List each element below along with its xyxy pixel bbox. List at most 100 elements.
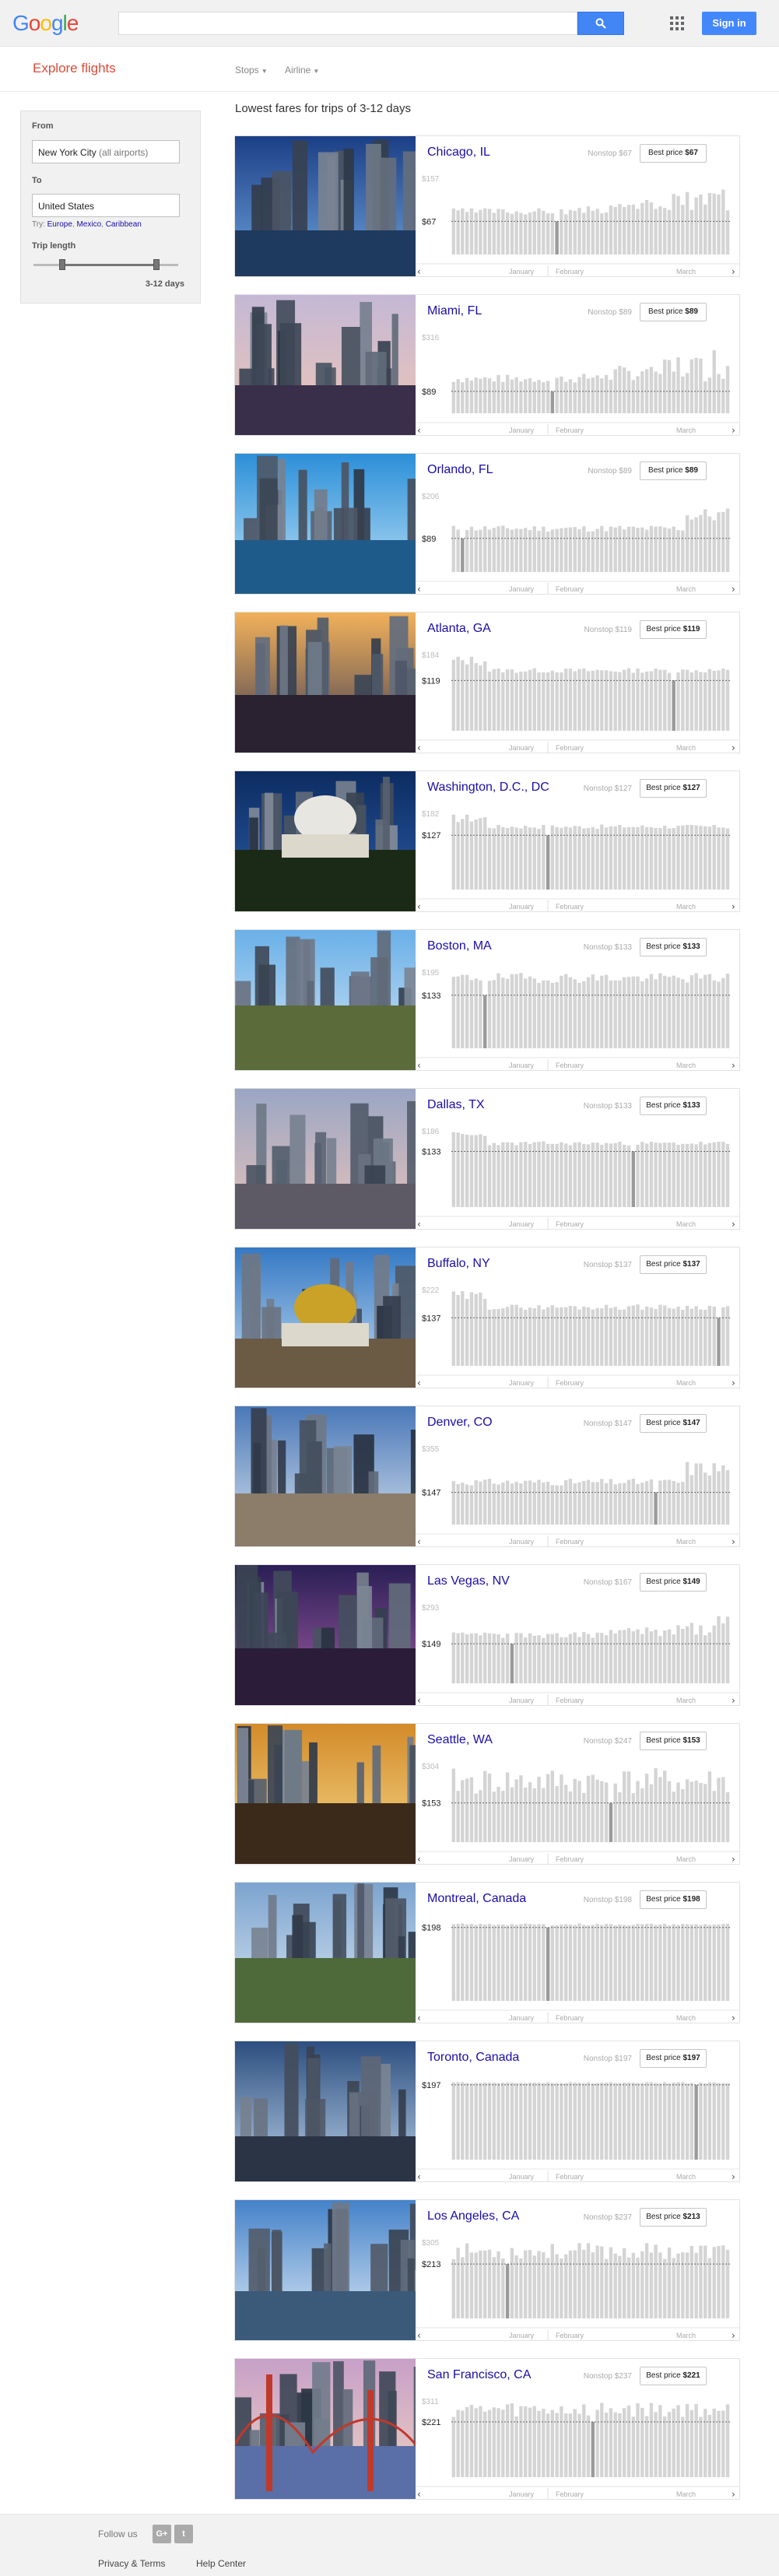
price-bar[interactable] bbox=[707, 2414, 712, 2477]
price-bar[interactable] bbox=[469, 2083, 474, 2160]
destination-card[interactable]: Miami, FL Nonstop $89 Best price $89 $316 $8… bbox=[234, 294, 740, 436]
price-bar[interactable] bbox=[644, 2082, 649, 2160]
price-bar[interactable] bbox=[546, 1482, 550, 1525]
price-bar[interactable] bbox=[600, 670, 604, 731]
price-bar[interactable] bbox=[600, 1633, 604, 1683]
price-bar[interactable] bbox=[725, 1792, 730, 1842]
destination-city-link[interactable]: Los Angeles, CA bbox=[427, 2209, 519, 2223]
price-chart[interactable]: $184 $119 January February March ‹ › bbox=[416, 645, 739, 754]
price-bar[interactable] bbox=[483, 1771, 487, 1842]
price-bar[interactable] bbox=[560, 2406, 563, 2477]
price-bar[interactable] bbox=[514, 827, 518, 890]
best-price-button[interactable]: Best price $89 bbox=[640, 462, 707, 480]
price-bar[interactable] bbox=[644, 1774, 649, 1842]
destination-card[interactable]: Boston, MA Nonstop $133 Best price $133 $19… bbox=[234, 929, 740, 1071]
best-price-button[interactable]: Best price $149 bbox=[640, 1573, 707, 1592]
price-bar[interactable] bbox=[497, 526, 500, 572]
price-bar[interactable] bbox=[644, 1481, 649, 1525]
price-bar[interactable] bbox=[636, 2258, 640, 2318]
price-bar[interactable] bbox=[609, 1630, 613, 1683]
price-bar[interactable] bbox=[667, 1307, 672, 1366]
price-bar[interactable] bbox=[465, 1924, 469, 2001]
price-bar[interactable] bbox=[699, 978, 703, 1048]
price-bar[interactable] bbox=[474, 1633, 478, 1684]
price-bar[interactable] bbox=[514, 1145, 518, 1207]
price-bar[interactable] bbox=[560, 672, 563, 731]
destination-city-link[interactable]: Buffalo, NY bbox=[427, 1257, 490, 1271]
price-bar[interactable] bbox=[577, 669, 581, 731]
price-bar[interactable] bbox=[667, 1781, 672, 1842]
price-bar[interactable] bbox=[582, 1925, 586, 2001]
price-bar[interactable] bbox=[550, 1634, 554, 1684]
price-bar[interactable] bbox=[451, 1481, 455, 1525]
price-bar[interactable] bbox=[654, 2083, 658, 2160]
price-bar[interactable] bbox=[461, 1291, 465, 1366]
price-bar[interactable] bbox=[717, 1778, 721, 1842]
price-bar[interactable] bbox=[474, 2408, 478, 2477]
price-bar[interactable] bbox=[649, 1479, 654, 1525]
chevron-right-icon[interactable]: › bbox=[732, 584, 735, 595]
chevron-left-icon[interactable]: ‹ bbox=[417, 1854, 421, 1865]
price-bar[interactable] bbox=[591, 1142, 595, 1207]
price-bar[interactable] bbox=[694, 1781, 698, 1842]
price-bar[interactable] bbox=[604, 212, 609, 254]
destination-city-link[interactable]: Orlando, FL bbox=[427, 463, 493, 477]
price-bar[interactable] bbox=[623, 827, 626, 890]
price-bar[interactable] bbox=[690, 2083, 693, 2160]
price-bar[interactable] bbox=[725, 1924, 730, 2001]
price-bar[interactable] bbox=[461, 538, 465, 572]
price-bar[interactable] bbox=[550, 2244, 554, 2318]
price-bar[interactable] bbox=[644, 2416, 649, 2478]
price-bar[interactable] bbox=[532, 1635, 536, 1683]
price-bar[interactable] bbox=[707, 1632, 712, 1684]
price-bar[interactable] bbox=[469, 380, 474, 413]
price-bar[interactable] bbox=[474, 1925, 478, 2001]
price-bar[interactable] bbox=[497, 2408, 500, 2477]
price-bar[interactable] bbox=[492, 828, 496, 890]
destination-city-link[interactable]: Miami, FL bbox=[427, 304, 482, 318]
price-bar[interactable] bbox=[465, 1634, 469, 1683]
price-bar[interactable] bbox=[519, 2406, 523, 2477]
price-bar[interactable] bbox=[510, 1787, 514, 1842]
price-bar[interactable] bbox=[636, 1304, 640, 1366]
price-bar[interactable] bbox=[573, 2083, 577, 2160]
price-bar[interactable] bbox=[451, 814, 455, 890]
price-bar[interactable] bbox=[609, 826, 613, 890]
price-bar[interactable] bbox=[626, 826, 631, 890]
chevron-right-icon[interactable]: › bbox=[732, 742, 735, 753]
price-bar[interactable] bbox=[707, 1925, 712, 2001]
twitter-icon[interactable]: t bbox=[174, 2525, 193, 2543]
price-bar[interactable] bbox=[492, 980, 496, 1048]
price-bar[interactable] bbox=[555, 981, 559, 1048]
price-bar[interactable] bbox=[542, 1482, 546, 1525]
destination-card[interactable]: Los Angeles, CA Nonstop $237 Best price $2… bbox=[234, 2199, 740, 2341]
price-bar[interactable] bbox=[492, 2257, 496, 2318]
price-bar[interactable] bbox=[465, 974, 469, 1048]
price-bar[interactable] bbox=[699, 358, 703, 413]
price-bar[interactable] bbox=[694, 1634, 698, 1683]
price-bar[interactable] bbox=[568, 1145, 573, 1207]
price-bar[interactable] bbox=[542, 672, 546, 731]
price-bar[interactable] bbox=[681, 1629, 685, 1683]
price-bar[interactable] bbox=[721, 189, 725, 254]
price-bar[interactable] bbox=[487, 529, 492, 572]
price-bar[interactable] bbox=[474, 530, 478, 572]
price-bar[interactable] bbox=[613, 1783, 617, 1842]
price-bar[interactable] bbox=[546, 835, 550, 890]
price-bar[interactable] bbox=[672, 526, 675, 572]
price-bar[interactable] bbox=[483, 661, 487, 731]
price-bar[interactable] bbox=[501, 209, 505, 254]
price-bar[interactable] bbox=[573, 382, 577, 413]
price-bar[interactable] bbox=[483, 2083, 487, 2160]
price-bar[interactable] bbox=[474, 2252, 478, 2318]
price-bar[interactable] bbox=[564, 1479, 568, 1525]
price-bar[interactable] bbox=[721, 977, 725, 1048]
price-bar[interactable] bbox=[676, 195, 680, 254]
price-bar[interactable] bbox=[451, 659, 455, 731]
price-bar[interactable] bbox=[577, 1142, 581, 1207]
price-bar[interactable] bbox=[519, 212, 523, 255]
destination-card[interactable]: Atlanta, GA Nonstop $119 Best price $119 $1… bbox=[234, 612, 740, 753]
chevron-left-icon[interactable]: ‹ bbox=[417, 1695, 421, 1706]
price-bar[interactable] bbox=[582, 2404, 586, 2477]
price-chart[interactable]: $198 January February March ‹ › bbox=[416, 1915, 739, 2024]
